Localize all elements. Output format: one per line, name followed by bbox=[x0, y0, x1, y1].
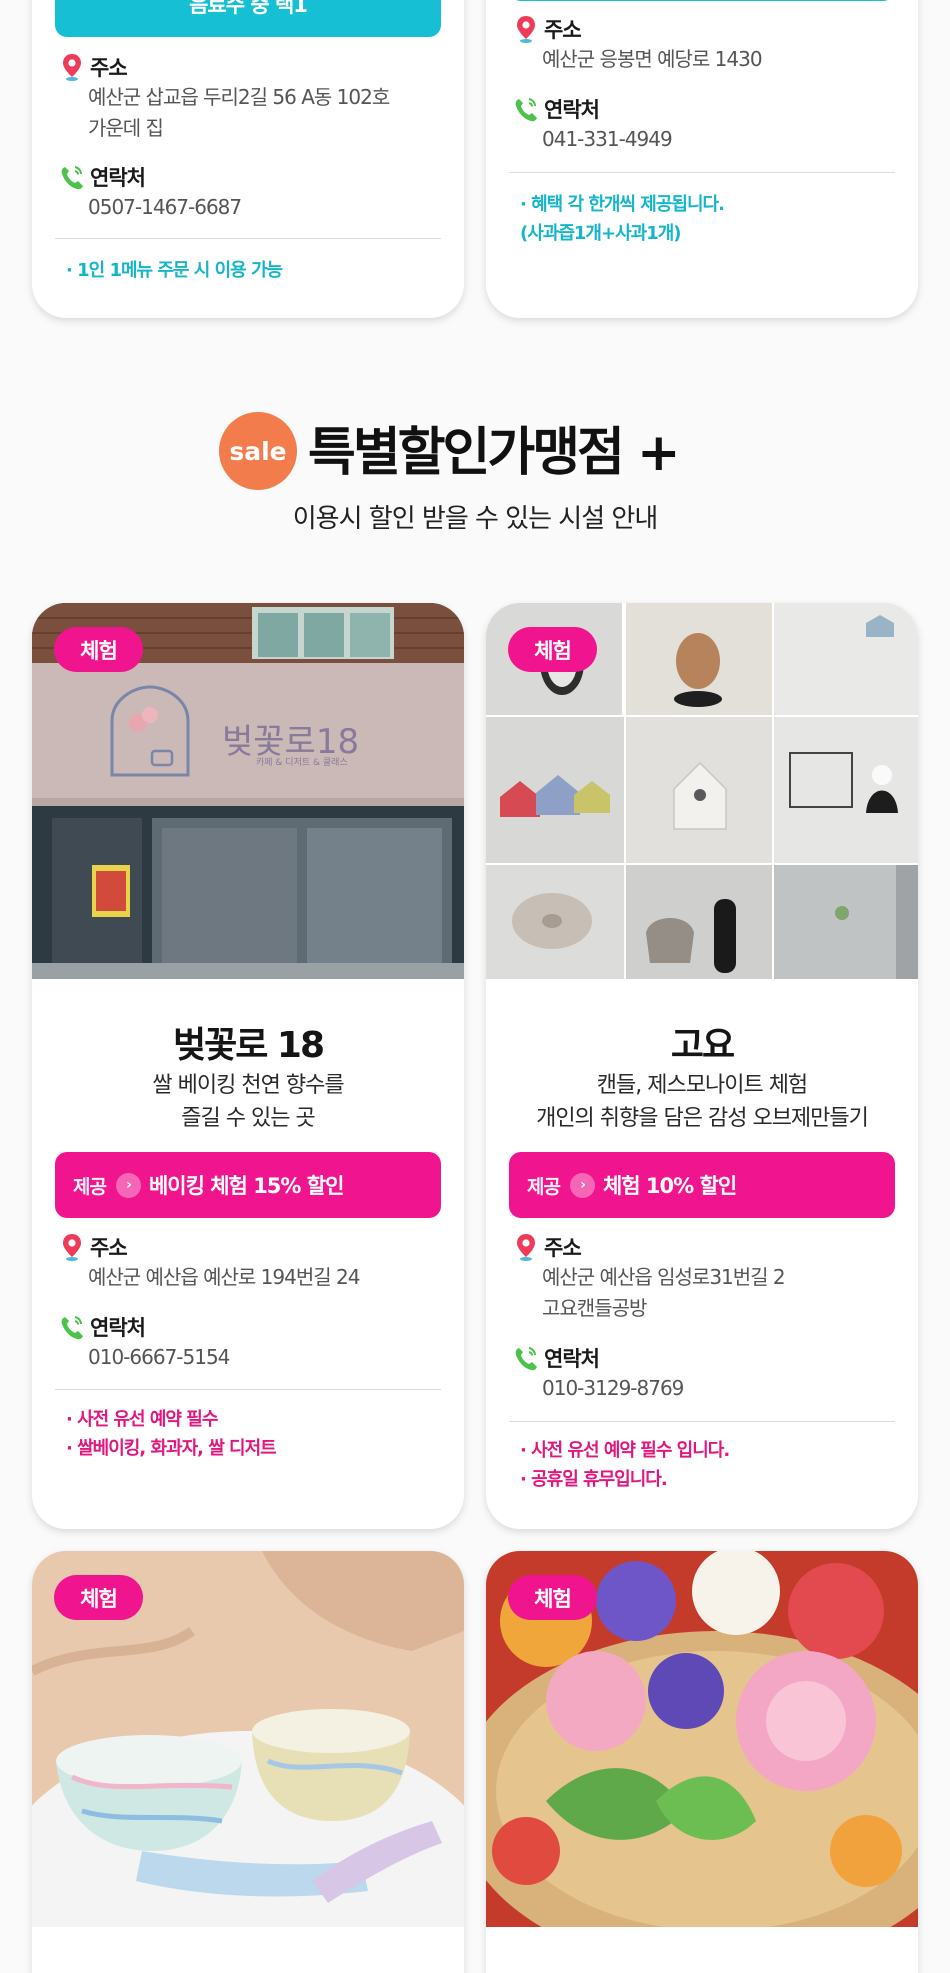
shop-description-line: 쌀 베이킹 천연 향수를 bbox=[152, 1073, 344, 1098]
contact-label: 연락처 bbox=[90, 166, 146, 190]
benefit-pill: 음료수 중 택1 bbox=[55, 0, 441, 37]
address-block: 주소 예산군 삽교읍 두리2길 56 A동 102호 가운데 집 bbox=[58, 52, 438, 144]
shop-description: 쌀 베이킹 천연 향수를 즐길 수 있는 곳 bbox=[32, 1069, 464, 1135]
shop-card-goyo[interactable]: 체험 고요 캔들, 제스모나이트 체험 개인의 취향을 담은 감성 오브제만들기… bbox=[486, 603, 918, 1529]
divider bbox=[55, 1389, 441, 1390]
shop-description: 캔들, 제스모나이트 체험 개인의 취향을 담은 감성 오브제만들기 bbox=[486, 1069, 918, 1135]
notice-line: · 사전 유선 예약 필수 bbox=[66, 1409, 218, 1430]
provide-label: 제공 bbox=[73, 1175, 107, 1198]
address-label-row: 주소 bbox=[58, 1232, 438, 1262]
address-label: 주소 bbox=[544, 1236, 582, 1260]
location-pin-icon bbox=[517, 16, 535, 43]
location-pin-icon bbox=[517, 1234, 535, 1261]
benefit-text: 음료수 중 택1 bbox=[189, 0, 308, 17]
contact-label-row: 연락처 bbox=[512, 1343, 892, 1373]
section-title: 특별할인가맹점 + bbox=[308, 423, 681, 483]
contact-value[interactable]: 010-3129-8769 bbox=[512, 1373, 892, 1404]
address-block: 주소 예산군 예산읍 임성로31번길 2 고요캔들공방 bbox=[512, 1232, 892, 1324]
benefit-pill bbox=[509, 0, 895, 1]
address-label: 주소 bbox=[544, 18, 582, 42]
notice-text: · 사전 유선 예약 필수 입니다. · 공휴일 휴무입니다. bbox=[520, 1436, 900, 1494]
sign-subtext: 카페 & 디저트 & 클래스 bbox=[256, 757, 348, 768]
category-badge: 체험 bbox=[508, 1575, 597, 1620]
contact-value[interactable]: 041-331-4949 bbox=[512, 124, 892, 155]
notice-line: · 쌀베이킹, 화과자, 쌀 디저트 bbox=[66, 1438, 277, 1459]
contact-label: 연락처 bbox=[544, 98, 600, 122]
section-subtitle: 이용시 할인 받을 수 있는 시설 안내 bbox=[292, 504, 658, 534]
phone-icon bbox=[61, 166, 83, 190]
shop-description-line: 캔들, 제스모나이트 체험 bbox=[596, 1073, 808, 1098]
contact-label-row: 연락처 bbox=[58, 1312, 438, 1342]
address-value-line2: 가운데 집 bbox=[88, 116, 164, 140]
provide-label: 제공 bbox=[527, 1175, 561, 1198]
notice-line: · 사전 유선 예약 필수 입니다. bbox=[520, 1440, 730, 1461]
divider bbox=[509, 1421, 895, 1422]
shop-card-beotkkotro[interactable]: 벚꽃로18 카페 & 디저트 & 클래스 체험 벚꽃로 18 쌀 베이킹 천연 … bbox=[32, 603, 464, 1529]
notice-line: · 공휴일 휴무입니다. bbox=[520, 1469, 668, 1490]
address-value: 예산군 삽교읍 두리2길 56 A동 102호 bbox=[88, 85, 390, 109]
notice-text: · 1인 1메뉴 주문 시 이용 가능 bbox=[66, 256, 446, 285]
shop-photo: 벚꽃로18 카페 & 디저트 & 클래스 체험 bbox=[32, 603, 464, 979]
notice-line: · 혜택 각 한개씩 제공됩니다. bbox=[520, 194, 725, 215]
category-badge: 체험 bbox=[508, 627, 597, 672]
address-value: 예산군 예산읍 예산로 194번길 24 bbox=[88, 1265, 360, 1289]
notice-text: · 사전 유선 예약 필수 · 쌀베이킹, 화과자, 쌀 디저트 bbox=[66, 1405, 446, 1463]
shop-card-marble-ceramics[interactable]: 체험 bbox=[32, 1551, 464, 1973]
partner-card-top-right: 주소 예산군 응봉면 예당로 1430 연락처 041-331-4949 · 혜… bbox=[486, 0, 918, 318]
location-pin-icon bbox=[63, 54, 81, 81]
shop-card-edible-flowers[interactable]: 체험 bbox=[486, 1551, 918, 1973]
category-badge: 체험 bbox=[54, 627, 143, 672]
chevron-right-icon: › bbox=[115, 1172, 141, 1198]
address-label: 주소 bbox=[90, 56, 128, 80]
contact-block: 연락처 0507-1467-6687 bbox=[58, 162, 438, 223]
sale-badge: sale bbox=[219, 412, 297, 490]
contact-value[interactable]: 010-6667-5154 bbox=[58, 1342, 438, 1373]
address-value: 예산군 응봉면 예당로 1430 bbox=[542, 47, 763, 71]
partner-card-top-left: 음료수 중 택1 주소 예산군 삽교읍 두리2길 56 A동 102호 가운데 … bbox=[32, 0, 464, 318]
address-label-row: 주소 bbox=[512, 14, 892, 44]
category-badge: 체험 bbox=[54, 1575, 143, 1620]
address-block: 주소 예산군 응봉면 예당로 1430 bbox=[512, 14, 892, 75]
divider bbox=[509, 172, 895, 173]
chevron-right-icon: › bbox=[569, 1172, 595, 1198]
notice-text: · 혜택 각 한개씩 제공됩니다. (사과즙1개+사과1개) bbox=[520, 190, 900, 248]
shop-photo: 체험 bbox=[486, 603, 918, 979]
contact-block: 연락처 041-331-4949 bbox=[512, 94, 892, 155]
benefit-pill: 제공 › 베이킹 체험 15% 할인 bbox=[55, 1152, 441, 1218]
contact-label-row: 연락처 bbox=[58, 162, 438, 192]
address-value: 예산군 예산읍 임성로31번길 2 bbox=[542, 1265, 786, 1289]
phone-icon bbox=[515, 1347, 537, 1371]
shop-description-line: 개인의 취향을 담은 감성 오브제만들기 bbox=[536, 1106, 869, 1131]
shop-photo: 체험 bbox=[32, 1551, 464, 1927]
divider bbox=[55, 238, 441, 239]
contact-label: 연락처 bbox=[544, 1347, 600, 1371]
location-pin-icon bbox=[63, 1234, 81, 1261]
contact-label-row: 연락처 bbox=[512, 94, 892, 124]
contact-label: 연락처 bbox=[90, 1316, 146, 1340]
contact-block: 연락처 010-3129-8769 bbox=[512, 1343, 892, 1404]
phone-icon bbox=[515, 98, 537, 122]
notice-line: (사과즙1개+사과1개) bbox=[520, 223, 682, 244]
address-label-row: 주소 bbox=[58, 52, 438, 82]
benefit-text: 체험 10% 할인 bbox=[602, 1174, 737, 1198]
shop-photo: 체험 bbox=[486, 1551, 918, 1927]
phone-icon bbox=[61, 1316, 83, 1340]
address-label-row: 주소 bbox=[512, 1232, 892, 1262]
address-block: 주소 예산군 예산읍 예산로 194번길 24 bbox=[58, 1232, 438, 1293]
address-label: 주소 bbox=[90, 1236, 128, 1260]
benefit-pill: 제공 › 체험 10% 할인 bbox=[509, 1152, 895, 1218]
section-header: sale 특별할인가맹점 + bbox=[0, 402, 950, 502]
shop-name: 고요 bbox=[670, 1025, 735, 1066]
sign-text: 벚꽃로18 bbox=[222, 722, 359, 762]
notice-line: · 1인 1메뉴 주문 시 이용 가능 bbox=[66, 260, 283, 281]
address-value-line2: 고요캔들공방 bbox=[542, 1296, 647, 1320]
benefit-text: 베이킹 체험 15% 할인 bbox=[148, 1174, 344, 1198]
shop-description-line: 즐길 수 있는 곳 bbox=[181, 1106, 315, 1131]
contact-value[interactable]: 0507-1467-6687 bbox=[58, 192, 438, 223]
contact-block: 연락처 010-6667-5154 bbox=[58, 1312, 438, 1373]
shop-name: 벚꽃로 18 bbox=[173, 1025, 325, 1066]
